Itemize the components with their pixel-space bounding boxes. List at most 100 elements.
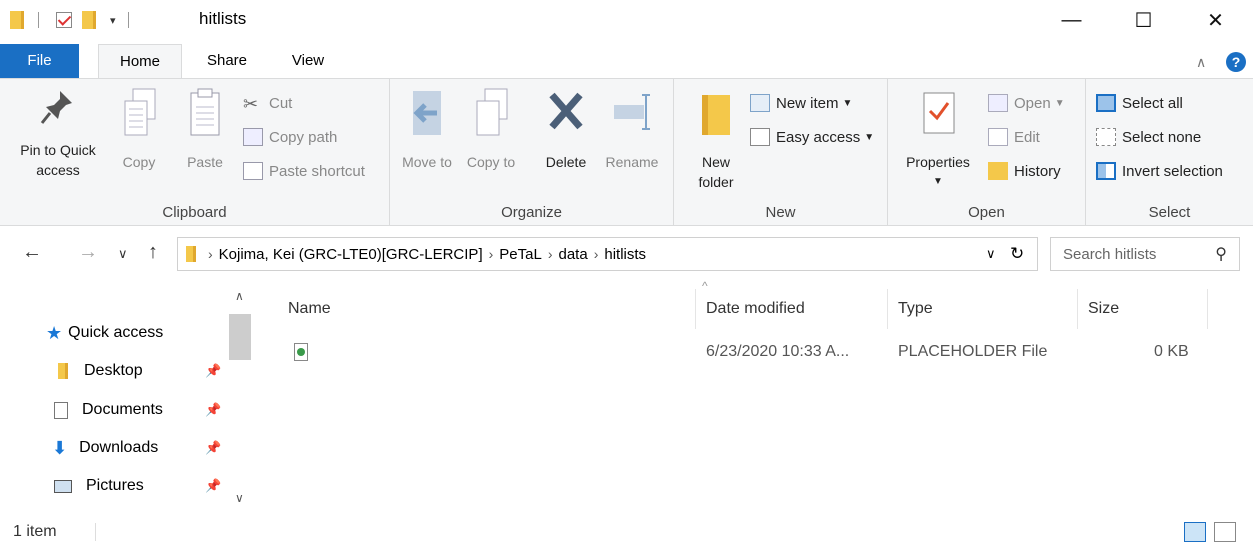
edit-button[interactable]: Edit [988, 125, 1040, 149]
nav-quick-access-label: Quick access [68, 324, 164, 341]
new-folder-button[interactable]: New folder [688, 85, 744, 192]
file-icon [294, 343, 308, 361]
properties-button[interactable]: Properties ▼ [898, 85, 978, 192]
open-label: Open [1014, 94, 1051, 112]
search-icon[interactable]: ⚲ [1215, 244, 1227, 264]
recent-locations-chevron-icon[interactable]: ∨ [118, 246, 128, 262]
tab-file[interactable]: File [0, 44, 79, 78]
search-placeholder: Search hitlists [1063, 245, 1157, 263]
large-icons-view-icon[interactable] [1214, 522, 1236, 542]
clipboard-group-label: Clipboard [162, 204, 227, 221]
breadcrumb-hitlists[interactable]: hitlists [604, 246, 646, 263]
select-none-button[interactable]: Select none [1096, 125, 1201, 149]
copy-button[interactable]: Copy [117, 85, 161, 172]
chevron-down-icon: ▼ [933, 176, 943, 187]
copy-to-button[interactable]: Copy to [466, 85, 516, 172]
pin-icon[interactable]: 📌 [205, 478, 221, 494]
pin-to-quick-access-button[interactable]: Pin to Quick access [8, 85, 108, 180]
file-list: ^ Name Date modified Type Size 6/23/2020… [252, 279, 1253, 517]
nav-documents[interactable]: Documents 📌 [54, 395, 228, 425]
pictures-icon [54, 479, 72, 493]
details-view-icon[interactable] [1184, 522, 1206, 542]
column-header-type[interactable]: Type [888, 289, 1078, 329]
scroll-down-icon[interactable]: ∨ [235, 491, 244, 505]
file-date: 6/23/2020 10:33 A... [706, 343, 850, 360]
open-group: Properties ▼ Open ▼ Edit History Open [888, 79, 1086, 225]
paste-icon [190, 88, 220, 136]
nav-downloads[interactable]: ⬇ Downloads 📌 [52, 433, 228, 463]
close-button[interactable]: ✕ [1188, 0, 1243, 40]
tab-view[interactable]: View [278, 44, 338, 78]
help-icon[interactable]: ? [1226, 52, 1246, 72]
select-all-label: Select all [1122, 94, 1183, 112]
breadcrumb-user[interactable]: Kojima, Kei (GRC-LTE0)[GRC-LERCIP] [219, 246, 483, 263]
nav-scrollbar-thumb[interactable] [229, 314, 251, 360]
cut-button[interactable]: ✂ Cut [243, 91, 292, 115]
copy-path-button[interactable]: Copy path [243, 125, 337, 149]
pin-icon[interactable]: 📌 [205, 440, 221, 456]
file-type: PLACEHOLDER File [898, 343, 1048, 360]
paste-shortcut-button[interactable]: Paste shortcut [243, 159, 365, 183]
select-group: Select all Select none Invert selection … [1086, 79, 1253, 225]
pin-icon[interactable]: 📌 [205, 402, 221, 418]
crumb-separator-icon: › [488, 246, 494, 262]
title-bar: ▾ hitlists — ☐ ✕ [0, 0, 1253, 40]
properties-check-icon[interactable] [56, 12, 72, 28]
forward-arrow-icon[interactable]: → [78, 241, 98, 264]
ribbon: Pin to Quick access Copy Paste ✂ Cut Cop… [0, 78, 1253, 226]
back-arrow-icon[interactable]: ← [22, 241, 42, 264]
scroll-up-icon[interactable]: ∧ [235, 289, 244, 303]
crumb-separator-icon: › [547, 246, 553, 262]
pin-icon[interactable]: 📌 [205, 363, 221, 379]
rename-label: Rename [605, 154, 659, 170]
rename-icon [614, 94, 650, 130]
nav-desktop[interactable]: Desktop 📌 [58, 356, 228, 386]
tab-home[interactable]: Home [98, 44, 182, 79]
nav-pictures[interactable]: Pictures 📌 [54, 471, 228, 501]
folder-icon [186, 246, 196, 262]
delete-button[interactable]: Delete [538, 85, 594, 172]
up-arrow-icon[interactable]: ↑ [148, 241, 158, 264]
history-button[interactable]: History [988, 159, 1061, 183]
item-count: 1 item [13, 523, 57, 540]
rename-button[interactable]: Rename [600, 85, 664, 172]
copy-path-label: Copy path [269, 128, 338, 146]
invert-selection-button[interactable]: Invert selection [1096, 159, 1223, 183]
select-none-icon [1096, 128, 1116, 146]
customize-toolbar-icon[interactable]: ▾ [110, 14, 116, 27]
select-all-button[interactable]: Select all [1096, 91, 1183, 115]
toolbar-divider [38, 12, 39, 28]
crumb-separator-icon: › [208, 246, 213, 262]
column-header-date[interactable]: Date modified [696, 289, 888, 329]
new-folder-icon[interactable] [82, 11, 96, 29]
collapse-ribbon-icon[interactable]: ∧ [1196, 54, 1206, 71]
open-group-label: Open [968, 204, 1005, 221]
new-folder-label: New folder [698, 154, 734, 190]
copy-icon [124, 88, 156, 136]
move-to-button[interactable]: Move to [402, 85, 452, 172]
breadcrumb-data[interactable]: data [559, 246, 588, 263]
properties-label: Properties [906, 154, 970, 170]
search-input[interactable]: Search hitlists ⚲ [1050, 237, 1240, 271]
open-button[interactable]: Open ▼ [988, 91, 1065, 115]
new-item-button[interactable]: New item ▼ [750, 91, 852, 115]
paste-button[interactable]: Paste [182, 85, 228, 172]
pin-icon [40, 91, 72, 124]
minimize-button[interactable]: — [1044, 0, 1099, 40]
easy-access-button[interactable]: Easy access ▼ [750, 125, 874, 149]
breadcrumb-petal[interactable]: PeTaL [499, 246, 542, 263]
column-header-name[interactable]: Name [278, 289, 696, 329]
quick-access-toolbar: ▾ [10, 7, 129, 33]
maximize-button[interactable]: ☐ [1116, 0, 1171, 40]
column-header-size[interactable]: Size [1078, 289, 1208, 329]
nav-desktop-label: Desktop [84, 362, 143, 379]
move-to-icon [413, 91, 441, 135]
select-none-label: Select none [1122, 128, 1202, 146]
open-icon [988, 94, 1008, 112]
nav-quick-access[interactable]: ★ Quick access [46, 318, 163, 348]
address-dropdown-icon[interactable]: ∨ [986, 246, 996, 262]
status-bar: 1 item [0, 517, 1253, 547]
refresh-icon[interactable]: ↻ [1010, 244, 1024, 264]
tab-share[interactable]: Share [194, 44, 260, 78]
address-bar[interactable]: › Kojima, Kei (GRC-LTE0)[GRC-LERCIP] › P… [177, 237, 1038, 271]
